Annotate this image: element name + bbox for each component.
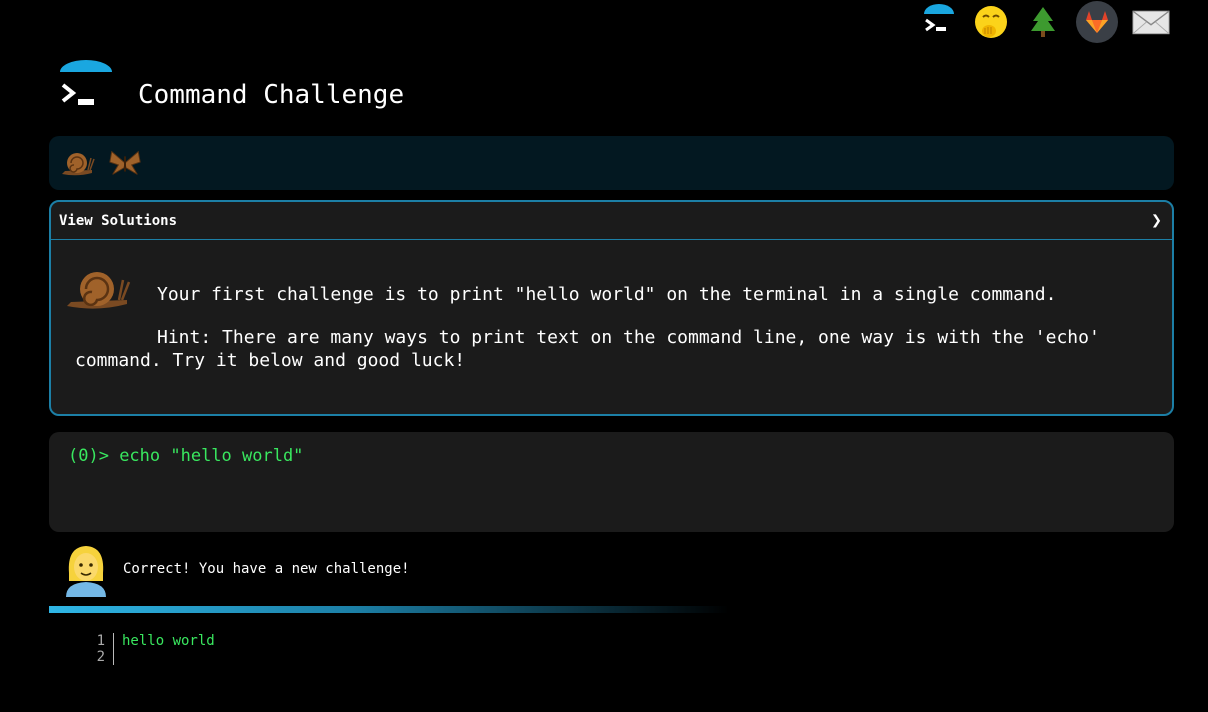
snail-icon[interactable] [59,145,95,181]
result-message: Correct! You have a new challenge! [123,561,410,577]
view-solutions-label: View Solutions [59,212,178,229]
output-line: hello world [122,633,215,649]
terminal-input[interactable]: (0)> echo "hello world" [49,432,1174,532]
progress-bar [49,606,729,613]
site-logo-icon[interactable] [58,60,114,112]
challenge-text: Your first challenge is to print "hello … [157,284,1057,305]
line-number: 1 [96,633,105,649]
tree-icon[interactable] [1024,3,1062,41]
top-icon-bar [920,1,1170,43]
output-panel: 1 2 hello world [88,633,215,665]
terminal-prompt: (0)> [68,446,120,466]
avatar [63,543,109,601]
command-challenge-page: Command Challenge View Solutions ❯ Your … [0,0,1208,712]
envelope-icon[interactable] [1132,3,1170,41]
emoji-bar [49,136,1174,190]
line-number-gutter: 1 2 [88,633,114,665]
butterfly-icon[interactable] [107,145,143,181]
hand-over-mouth-emoji-icon[interactable] [972,3,1010,41]
terminal-command: echo "hello world" [119,446,304,466]
terminal-logo-icon[interactable] [920,3,958,41]
challenge-hint: Hint: There are many ways to print text … [75,327,1100,371]
chevron-right-icon: ❯ [1151,210,1162,231]
snail-icon [63,266,131,316]
terminal-line: (0)> echo "hello world" [68,446,1155,466]
page-title: Command Challenge [138,80,405,110]
line-number: 2 [96,649,105,665]
view-solutions-toggle[interactable]: View Solutions ❯ [51,202,1172,240]
challenge-panel: View Solutions ❯ Your first challenge is… [49,200,1174,416]
output-text: hello world [114,633,215,665]
gitlab-icon[interactable] [1076,1,1118,43]
